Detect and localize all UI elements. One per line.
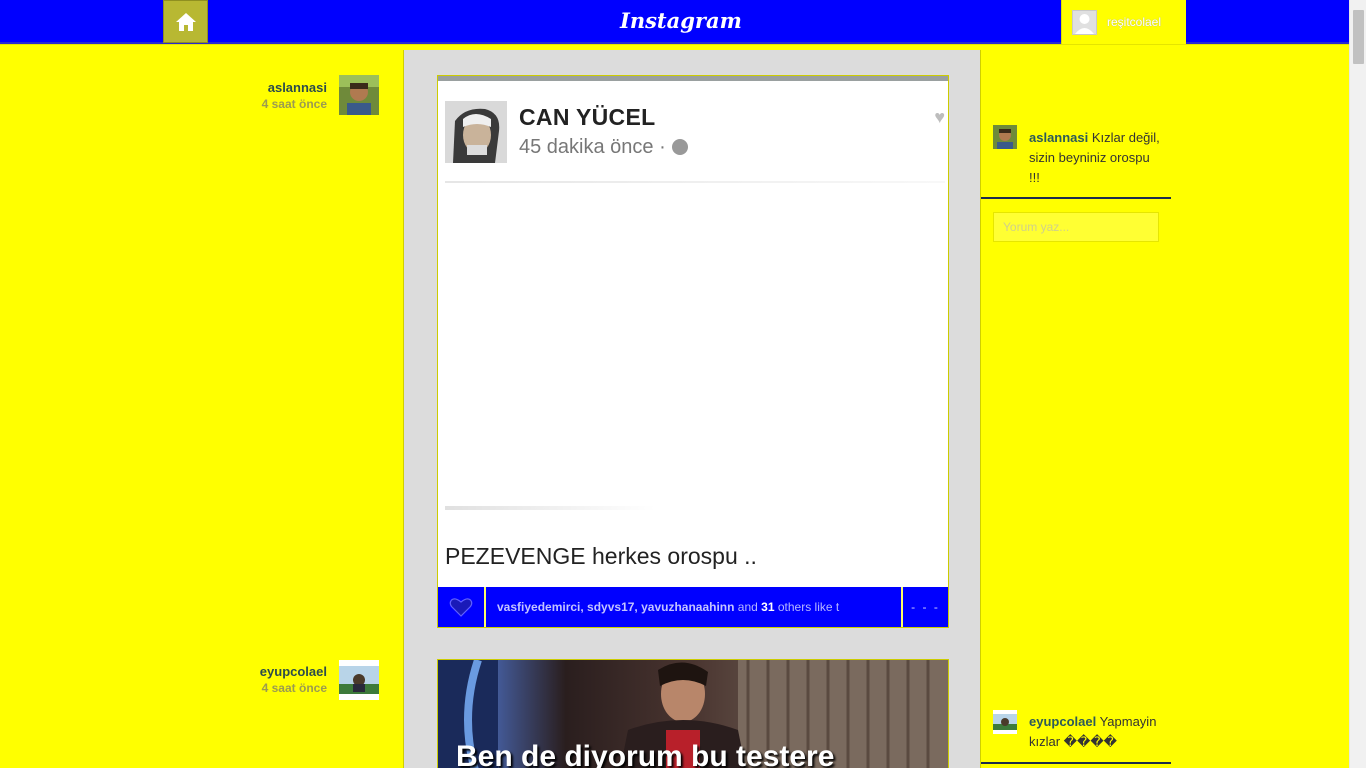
page-scrollbar[interactable]: [1349, 0, 1366, 768]
feed-column: CAN YÜCEL 45 dakika önce · ♥ PEZEVENGE h…: [403, 50, 981, 768]
comment: aslannasi Kızlar değil, sizin beyniniz o…: [1029, 128, 1161, 188]
scrollbar-thumb[interactable]: [1353, 10, 1364, 64]
comment-input[interactable]: [993, 212, 1159, 242]
user-avatar-icon: [1072, 9, 1097, 35]
globe-icon: [671, 139, 688, 155]
fb-time-text: 45 dakika önce ·: [519, 136, 666, 158]
photo-caption: Ben de diyorum bu testere: [456, 740, 835, 768]
user-menu[interactable]: reşitcolael: [1061, 0, 1186, 44]
post-author[interactable]: aslannasi: [187, 80, 327, 95]
comment-author[interactable]: aslannasi: [1029, 130, 1088, 145]
fb-profile-photo: [445, 101, 507, 163]
likes-count[interactable]: 31: [761, 600, 774, 614]
comment-author[interactable]: eyupcolael: [1029, 714, 1096, 729]
post-meta-1: aslannasi 4 saat önce: [187, 80, 327, 111]
likes-suffix: others like t: [774, 600, 840, 614]
likes-summary: vasfiyedemirci, sdyvs17, yavuzhanaahinn …: [486, 587, 901, 627]
heart-icon: [449, 598, 473, 617]
more-options-button[interactable]: - - -: [901, 587, 948, 627]
chevron-down-icon: ♥: [934, 107, 945, 127]
post-time: 4 saat önce: [261, 681, 327, 695]
user-name: reşitcolael: [1107, 15, 1162, 29]
home-icon: [175, 12, 196, 31]
fb-post-time: 45 dakika önce ·: [519, 136, 688, 159]
comment-divider: [981, 197, 1171, 199]
post-card: CAN YÜCEL 45 dakika önce · ♥ PEZEVENGE h…: [437, 75, 949, 628]
commenter-avatar[interactable]: [993, 125, 1017, 149]
liker-names[interactable]: vasfiyedemirci, sdyvs17, yavuzhanaahinn: [497, 600, 734, 614]
author-avatar[interactable]: [339, 660, 379, 700]
commenter-avatar[interactable]: [993, 710, 1017, 734]
top-navigation-bar: Instagram reşitcolael: [0, 0, 1349, 44]
comment-divider: [981, 762, 1171, 764]
post-actions-bar: vasfiyedemirci, sdyvs17, yavuzhanaahinn …: [438, 587, 948, 627]
author-avatar[interactable]: [339, 75, 379, 115]
post-meta-2: eyupcolael 4 saat önce: [187, 664, 327, 695]
fb-divider: [445, 181, 945, 183]
likes-and: and: [734, 600, 762, 614]
post-photo[interactable]: CAN YÜCEL 45 dakika önce · ♥ PEZEVENGE h…: [439, 81, 947, 587]
brand-logo[interactable]: Instagram: [620, 6, 742, 36]
fb-author-name: CAN YÜCEL: [519, 104, 656, 130]
photo-caption: PEZEVENGE herkes orospu ..: [445, 543, 757, 569]
like-button[interactable]: [438, 587, 486, 627]
comment: eyupcolael Yapmayin kızlar ����: [1029, 712, 1161, 752]
post-card: Ben de diyorum bu testere: [437, 659, 949, 768]
home-button[interactable]: [163, 0, 208, 43]
faded-line: [445, 506, 655, 510]
post-time: 4 saat önce: [261, 97, 327, 111]
post-author[interactable]: eyupcolael: [187, 664, 327, 679]
